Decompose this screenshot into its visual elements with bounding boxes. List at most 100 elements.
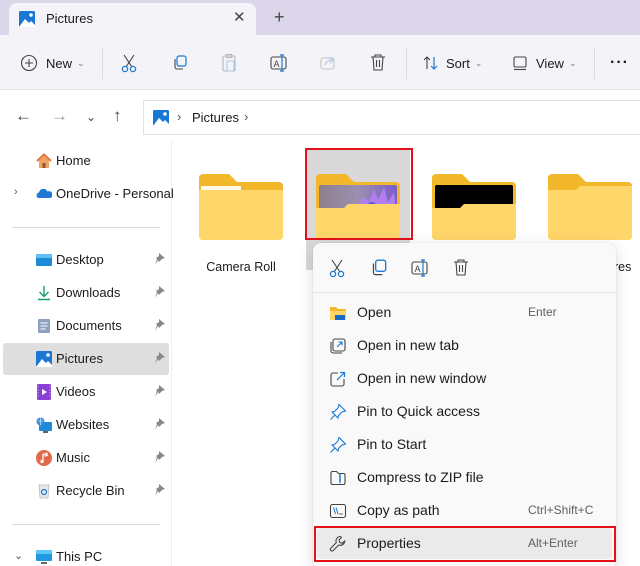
breadcrumb-separator: › xyxy=(177,109,182,124)
share-button[interactable] xyxy=(319,49,337,77)
menu-item-open-in-new-tab[interactable]: Open in new tab xyxy=(317,330,612,361)
pin-icon xyxy=(330,436,347,453)
copy-button[interactable] xyxy=(171,49,189,77)
sidebar-item-pictures[interactable]: Pictures xyxy=(3,343,169,375)
desktop-icon xyxy=(36,254,52,266)
zip-icon xyxy=(330,470,346,486)
sidebar-label: Downloads xyxy=(56,285,121,300)
breadcrumb-pictures[interactable]: Pictures xyxy=(192,110,239,125)
tab-pictures[interactable]: Pictures ✕ xyxy=(9,3,256,36)
sidebar-item-downloads[interactable]: Downloads xyxy=(3,277,169,309)
pictures-icon xyxy=(153,110,169,126)
folder-open-icon xyxy=(330,307,346,320)
svg-text:A: A xyxy=(415,264,421,274)
pin-icon[interactable] xyxy=(154,450,166,464)
command-bar: New ⌄ A Sort ⌄ View ⌄ ··· xyxy=(0,35,640,90)
menu-item-copy-as-path[interactable]: Copy as path Ctrl+Shift+C xyxy=(317,495,612,526)
sidebar-label: Recycle Bin xyxy=(56,483,125,498)
websites-icon xyxy=(36,417,52,433)
tab-bar: Pictures ✕ + xyxy=(0,0,640,36)
menu-item-open[interactable]: Open Enter xyxy=(317,297,612,328)
pin-icon[interactable] xyxy=(154,483,166,497)
menu-shortcut: Ctrl+Shift+C xyxy=(528,503,594,517)
menu-label: Open in new window xyxy=(357,370,487,386)
sidebar-label: Websites xyxy=(56,417,110,432)
delete-icon xyxy=(371,54,385,71)
videos-icon xyxy=(37,384,51,400)
sidebar-item-desktop[interactable]: Desktop xyxy=(3,244,169,276)
pin-icon[interactable] xyxy=(154,252,166,266)
new-button[interactable]: New ⌄ xyxy=(20,49,85,77)
cut-button[interactable] xyxy=(120,49,138,77)
folder-icon xyxy=(199,174,283,240)
recent-locations-icon[interactable]: ⌄ xyxy=(86,108,96,126)
sidebar-item-websites[interactable]: Websites xyxy=(3,409,169,441)
sidebar-item-videos[interactable]: Videos xyxy=(3,376,169,408)
home-icon xyxy=(36,153,52,168)
highlight-box xyxy=(314,526,616,562)
sidebar-divider xyxy=(12,524,160,525)
close-tab-icon[interactable]: ✕ xyxy=(233,9,246,27)
pin-icon[interactable] xyxy=(154,285,166,299)
chevron-right-icon[interactable]: › xyxy=(14,186,18,198)
sidebar-label: Home xyxy=(56,153,91,168)
menu-item-pin-to-start[interactable]: Pin to Start xyxy=(317,429,612,460)
menu-item-pin-to-quick-access[interactable]: Pin to Quick access xyxy=(317,396,612,427)
sidebar-item-music[interactable]: Music xyxy=(3,442,169,474)
sidebar-item-onedrive[interactable]: › OneDrive - Personal xyxy=(3,178,174,210)
downloads-icon xyxy=(38,286,50,301)
delete-button[interactable] xyxy=(369,49,387,77)
pin-icon[interactable] xyxy=(154,384,166,398)
view-label: View xyxy=(536,55,564,71)
menu-item-compress-to-zip[interactable]: Compress to ZIP file xyxy=(317,462,612,493)
sidebar-item-recycle-bin[interactable]: Recycle Bin xyxy=(3,475,169,507)
sort-label: Sort xyxy=(446,55,470,71)
sidebar-divider xyxy=(12,227,160,228)
menu-label: Open xyxy=(357,304,392,320)
menu-label: Copy as path xyxy=(357,502,440,518)
view-button[interactable]: View ⌄ xyxy=(512,49,577,77)
chevron-down-icon[interactable]: ⌄ xyxy=(14,549,23,562)
back-icon[interactable]: ← xyxy=(15,107,32,125)
sort-button[interactable]: Sort ⌄ xyxy=(422,49,482,77)
navigation-bar: ← → ⌄ ↑ › Pictures › xyxy=(0,91,640,141)
highlight-box xyxy=(305,148,413,240)
rename-icon[interactable]: A xyxy=(410,258,430,278)
more-options-button[interactable]: ··· xyxy=(610,49,629,77)
sidebar-label: Videos xyxy=(56,384,96,399)
rename-button[interactable]: A xyxy=(269,49,289,77)
sidebar-item-documents[interactable]: Documents xyxy=(3,310,169,342)
pictures-icon xyxy=(36,351,52,367)
sidebar-label: Music xyxy=(56,450,90,465)
menu-item-open-in-new-window[interactable]: Open in new window xyxy=(317,363,612,394)
sidebar-item-this-pc[interactable]: ⌄ This PC xyxy=(3,541,169,566)
delete-icon[interactable] xyxy=(451,258,471,278)
forward-icon[interactable]: → xyxy=(51,107,68,125)
paste-button[interactable] xyxy=(220,49,238,77)
menu-label: Pin to Start xyxy=(357,436,427,452)
pin-icon xyxy=(330,403,347,420)
menu-label: Open in new tab xyxy=(357,337,459,353)
rename-icon: A xyxy=(270,54,287,72)
sidebar-item-home[interactable]: Home xyxy=(3,145,169,177)
new-window-icon xyxy=(330,371,346,387)
new-tab-button[interactable]: + xyxy=(274,7,285,27)
copy-icon[interactable] xyxy=(369,258,389,278)
share-icon xyxy=(320,56,335,70)
onedrive-icon xyxy=(36,188,52,198)
toolbar-divider xyxy=(594,47,595,79)
breadcrumb-separator[interactable]: › xyxy=(244,109,248,124)
view-icon xyxy=(513,56,527,71)
up-icon[interactable]: ↑ xyxy=(113,107,122,125)
address-bar[interactable]: › Pictures › xyxy=(143,100,640,135)
pictures-icon xyxy=(19,11,35,27)
pin-icon[interactable] xyxy=(154,417,166,431)
folder-item[interactable]: Camera Roll xyxy=(189,150,293,274)
recycle-bin-icon xyxy=(38,484,50,499)
navigation-pane: Home › OneDrive - Personal Desktop Downl… xyxy=(0,141,174,566)
copy-path-icon xyxy=(329,503,347,519)
cut-icon[interactable] xyxy=(327,258,347,278)
pin-icon[interactable] xyxy=(154,351,166,365)
more-icon: ··· xyxy=(610,54,629,71)
pin-icon[interactable] xyxy=(154,318,166,332)
